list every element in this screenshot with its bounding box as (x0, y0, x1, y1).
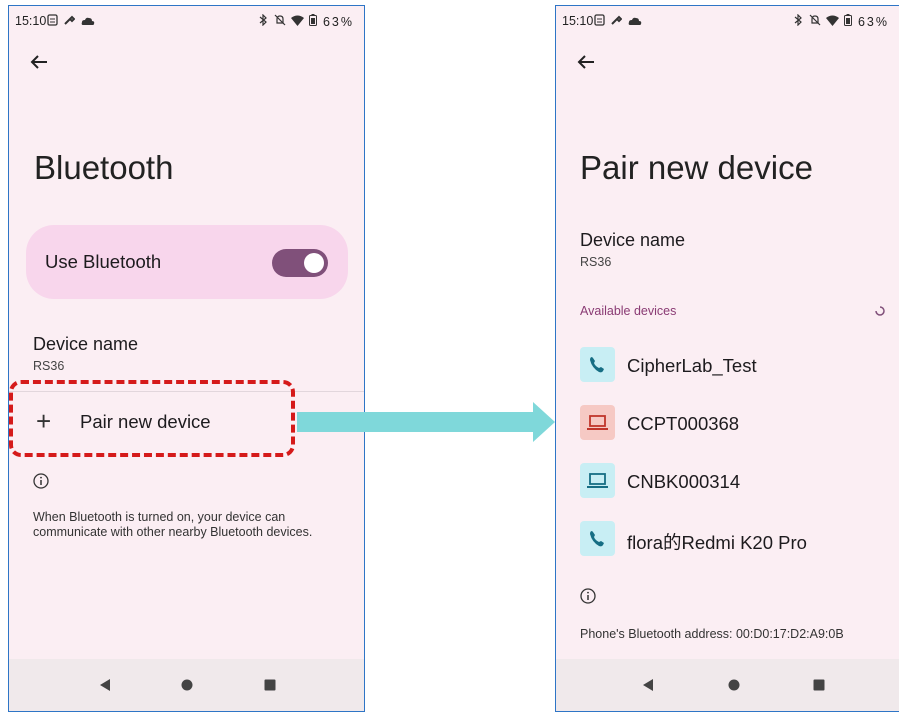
status-right-icons: 63% (259, 13, 354, 29)
cloud-icon (81, 17, 95, 25)
status-icons (594, 14, 642, 29)
page-title: Bluetooth (34, 149, 174, 186)
info-icon (33, 473, 49, 489)
nav-back-icon[interactable] (640, 677, 656, 693)
navigation-bar (9, 659, 364, 711)
bluetooth-info-text: When Bluetooth is turned on, your device… (33, 510, 313, 539)
device-item-cnbk000314[interactable]: CNBK000314 (627, 471, 740, 493)
battery-percent: 63% (322, 15, 354, 29)
sim-icon (594, 14, 605, 26)
battery-icon (844, 14, 853, 26)
page-title: Pair new device (580, 149, 813, 186)
pair-new-device-screen: 15:10 63% Pair new device Device name RS… (555, 5, 899, 712)
wrench-icon (64, 15, 76, 25)
status-bar: 15:10 63% (9, 6, 364, 36)
nav-home-icon[interactable] (179, 677, 195, 693)
sim-icon (47, 14, 58, 26)
info-icon (580, 588, 596, 604)
bell-off-icon (274, 14, 285, 26)
device-name-title[interactable]: Device name (580, 230, 685, 251)
phone-icon (580, 347, 615, 382)
device-item-cipherlab-test[interactable]: CipherLab_Test (627, 355, 757, 377)
bluetooth-address-text: Phone's Bluetooth address: 00:D0:17:D2:A… (580, 627, 844, 641)
back-arrow-icon[interactable] (27, 50, 51, 74)
battery-icon (309, 14, 318, 26)
bell-off-icon (809, 14, 820, 26)
bluetooth-settings-screen: 15:10 63% Bluetooth Use Bluetooth Device… (8, 5, 365, 712)
loading-spinner-icon (875, 306, 885, 316)
battery-percent: 63% (857, 15, 889, 29)
cloud-icon (628, 17, 642, 25)
nav-home-icon[interactable] (726, 677, 742, 693)
status-right-icons: 63% (794, 13, 889, 29)
right-arrow-icon (297, 402, 555, 442)
nav-back-icon[interactable] (97, 677, 113, 693)
use-bluetooth-label: Use Bluetooth (45, 251, 162, 272)
bluetooth-switch[interactable] (272, 249, 328, 277)
phone-icon (580, 521, 615, 556)
status-time: 15:10 (15, 14, 47, 28)
status-bar: 15:10 63% (556, 6, 899, 36)
switch-knob (304, 253, 324, 273)
device-name-value: RS36 (580, 255, 612, 269)
wifi-icon (826, 15, 839, 26)
wifi-icon (291, 15, 304, 26)
device-name-value: RS36 (33, 359, 65, 373)
nav-recents-icon[interactable] (811, 677, 827, 693)
status-time: 15:10 (562, 14, 594, 28)
navigation-bar (556, 659, 899, 711)
status-icons (47, 14, 95, 29)
device-item-flora-redmi[interactable]: flora的Redmi K20 Pro (627, 529, 807, 555)
bluetooth-icon (259, 13, 267, 27)
use-bluetooth-toggle-card[interactable]: Use Bluetooth (26, 225, 348, 299)
device-name-title[interactable]: Device name (33, 334, 138, 355)
back-arrow-icon[interactable] (574, 50, 598, 74)
device-item-ccpt000368[interactable]: CCPT000368 (627, 413, 739, 435)
highlight-box (9, 380, 295, 457)
laptop-icon (580, 405, 615, 440)
available-devices-header: Available devices (580, 304, 677, 318)
bluetooth-icon (794, 13, 802, 27)
wrench-icon (611, 15, 623, 25)
laptop-icon (580, 463, 615, 498)
nav-recents-icon[interactable] (262, 677, 278, 693)
